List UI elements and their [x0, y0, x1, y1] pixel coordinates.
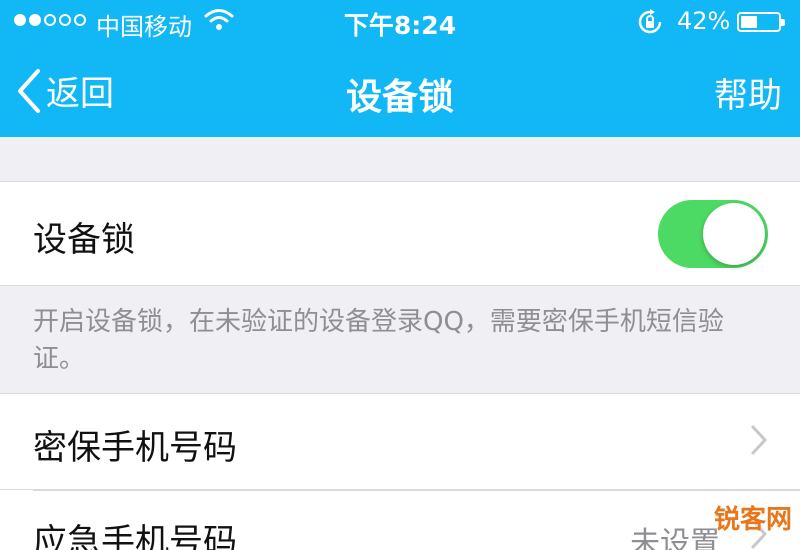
battery-fill [741, 16, 757, 28]
chevron-right-icon [750, 424, 768, 460]
emergency-phone-value: 未设置 [630, 526, 720, 550]
battery-icon [737, 12, 785, 32]
status-bar: 中国移动 下午8:24 42% [0, 0, 800, 44]
security-phone-label: 密保手机号码 [33, 428, 237, 468]
help-button[interactable]: 帮助 [714, 68, 782, 117]
row-divider [33, 490, 800, 491]
watermark-logo: 锐客网 [713, 505, 792, 535]
toggle-knob [703, 203, 765, 265]
emergency-phone-row[interactable]: 应急手机号码 未设置 [0, 489, 800, 550]
rotation-lock-icon [636, 8, 664, 42]
device-lock-label: 设备锁 [33, 220, 135, 260]
device-lock-description: 开启设备锁，在未验证的设备登录QQ，需要密保手机短信验证。 [33, 307, 724, 374]
page-title: 设备锁 [345, 77, 454, 118]
battery-percent: 42% [677, 7, 731, 35]
emergency-phone-label: 应急手机号码 [33, 522, 237, 550]
navigation-bar: 返回 设备锁 帮助 [0, 44, 800, 137]
device-lock-toggle[interactable] [658, 200, 768, 268]
device-lock-row: 设备锁 [0, 181, 800, 286]
battery-nub [781, 19, 785, 26]
security-phone-row[interactable]: 密保手机号码 [0, 393, 800, 489]
header: 中国移动 下午8:24 42% 返回 设备锁 帮助 [0, 0, 800, 137]
